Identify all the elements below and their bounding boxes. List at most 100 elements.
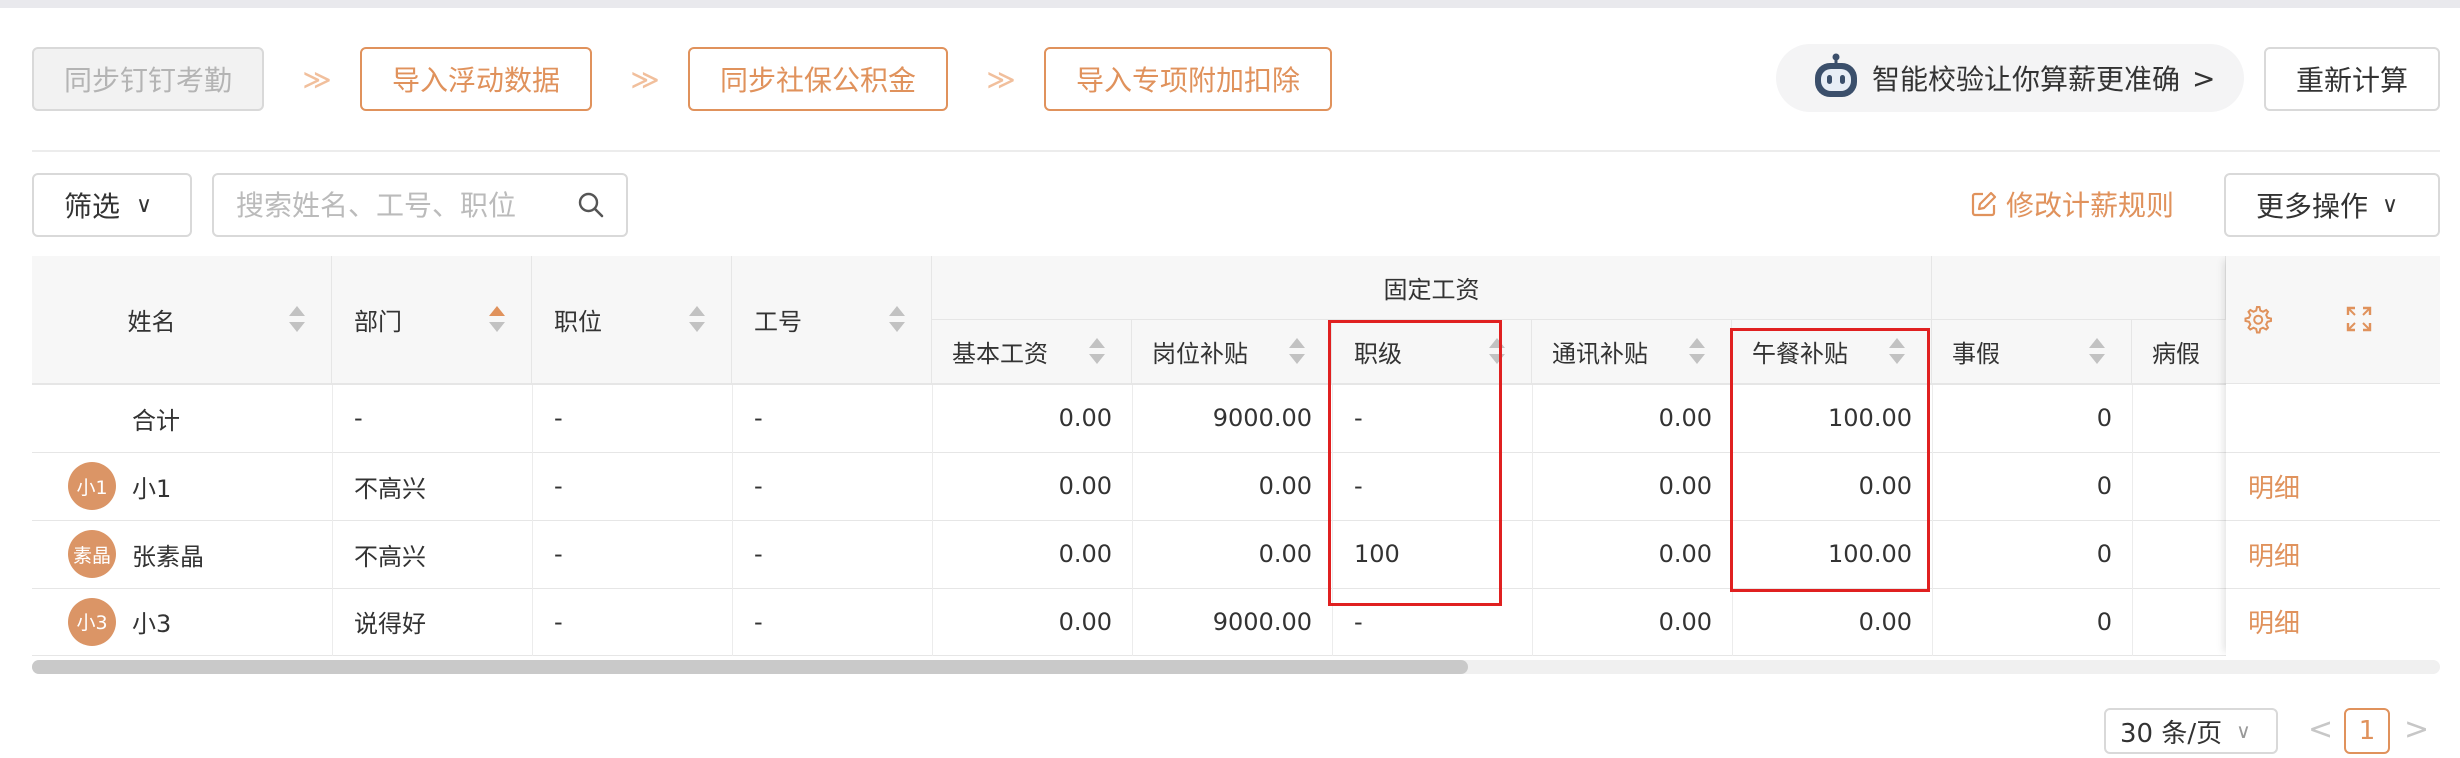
header-post-allowance-label: 岗位补贴 [1152, 340, 1248, 368]
search-box [212, 173, 628, 237]
summary-label: 合计 [132, 406, 180, 435]
edit-icon [1971, 191, 1997, 217]
header-name[interactable]: 姓名 [32, 256, 332, 384]
post-allowance-cell: 0.00 [1258, 472, 1312, 500]
fullscreen-expand-icon[interactable] [2344, 304, 2374, 338]
steps-bar: 同步钉钉考勤 ≫ 导入浮动数据 ≫ 同步社保公积金 ≫ 导入专项附加扣除 [32, 47, 1333, 111]
next-page-button[interactable]: > [2404, 712, 2429, 747]
smart-check-text: 智能校验让你算薪更准确 [1872, 63, 2181, 96]
smart-check-banner[interactable]: 智能校验让你算薪更准确 > [1776, 44, 2244, 112]
lunch-allowance-cell: 0.00 [1858, 607, 1912, 636]
highlight-box-grade [1328, 320, 1502, 606]
page-size-value: 30 条/页 [2120, 718, 2223, 749]
chevron-down-icon: ∨ [136, 192, 153, 218]
position-cell: - [554, 607, 563, 636]
group-header-label: 固定工资 [1383, 276, 1480, 304]
base-pay-cell: 0.00 [1058, 472, 1112, 500]
emp-no-cell: - [754, 607, 763, 636]
avatar: 小1 [68, 462, 116, 510]
summary-emp-no: - [754, 404, 763, 432]
sync-dingtalk-attendance-button[interactable]: 同步钉钉考勤 [32, 47, 265, 111]
group-header-leave [1932, 256, 2226, 320]
more-actions-button[interactable]: 更多操作 ∨ [2224, 173, 2440, 237]
comm-allowance-cell: 0.00 [1658, 472, 1712, 500]
more-actions-label: 更多操作 [2256, 190, 2369, 223]
position-cell: - [554, 472, 563, 500]
summary-position: - [554, 404, 563, 432]
salary-table: 姓名 部门 职位 工号 固定工资 基本工资 岗位补贴 职级 通讯补贴 午餐补贴 … [32, 256, 2440, 656]
dept-cell: 说得好 [354, 610, 426, 638]
search-icon[interactable] [576, 190, 606, 220]
detail-link[interactable]: 明细 [2248, 588, 2300, 655]
detail-link[interactable]: 明细 [2248, 520, 2300, 588]
header-comm-allowance-label: 通讯补贴 [1552, 340, 1648, 368]
base-pay-cell: 0.00 [1058, 540, 1112, 568]
summary-post-allowance: 9000.00 [1212, 404, 1312, 432]
sort-icon[interactable] [489, 306, 505, 334]
filter-label: 筛选 [64, 190, 121, 223]
base-pay-cell: 0.00 [1058, 607, 1112, 636]
top-bar [0, 0, 2460, 8]
col-divider [532, 384, 533, 656]
import-floating-data-button[interactable]: 导入浮动数据 [360, 47, 593, 111]
chevron-down-icon: ∨ [2236, 719, 2251, 743]
prev-page-button[interactable]: < [2308, 712, 2333, 747]
step-arrow-icon: ≫ [986, 62, 1015, 96]
sort-icon[interactable] [1089, 338, 1105, 366]
chevron-down-icon: ∨ [2382, 192, 2399, 218]
dept-cell: 不高兴 [354, 474, 426, 503]
emp-no-cell: - [754, 540, 763, 568]
settings-gear-icon[interactable] [2242, 304, 2272, 338]
highlight-box-lunch [1730, 328, 1930, 592]
recalculate-button[interactable]: 重新计算 [2264, 47, 2440, 111]
post-allowance-cell: 0.00 [1258, 540, 1312, 568]
current-page-button[interactable]: 1 [2344, 708, 2390, 754]
col-divider [2132, 384, 2133, 656]
divider [32, 150, 2440, 152]
robot-icon [1810, 52, 1862, 104]
summary-personal-leave: 0 [2096, 404, 2112, 432]
sync-social-security-button[interactable]: 同步社保公积金 [688, 47, 949, 111]
horizontal-scrollbar-thumb[interactable] [32, 660, 1468, 674]
employee-name: 小3 [132, 610, 172, 638]
header-emp-no-label: 工号 [754, 308, 802, 336]
col-divider [332, 384, 333, 656]
edit-salary-rule-label: 修改计薪规则 [2006, 189, 2175, 222]
col-divider [732, 384, 733, 656]
sort-icon[interactable] [889, 306, 905, 334]
comm-allowance-cell: 0.00 [1658, 540, 1712, 568]
employee-cell[interactable]: 素晶 张素晶 [68, 520, 204, 588]
summary-base-pay: 0.00 [1058, 404, 1112, 432]
chevron-right-icon: > [2192, 61, 2216, 95]
page-size-select[interactable]: 30 条/页 ∨ [2104, 708, 2278, 754]
group-header-fixed-pay: 固定工资 [932, 256, 1932, 320]
emp-no-cell: - [754, 472, 763, 500]
employee-name: 张素晶 [132, 542, 204, 571]
step-arrow-icon: ≫ [302, 62, 331, 96]
summary-comm-allowance: 0.00 [1658, 404, 1712, 432]
personal-leave-cell: 0 [2096, 607, 2112, 636]
step-arrow-icon: ≫ [630, 62, 659, 96]
header-position-label: 职位 [554, 308, 602, 336]
sort-icon[interactable] [1689, 338, 1705, 366]
employee-cell[interactable]: 小3 小3 [68, 588, 171, 655]
header-base-pay-label: 基本工资 [952, 340, 1048, 368]
detail-link[interactable]: 明细 [2248, 452, 2300, 520]
header-personal-leave-label: 事假 [1952, 340, 2000, 368]
edit-salary-rule-link[interactable]: 修改计薪规则 [1970, 184, 2174, 224]
fixed-action-column: 明细 明细 明细 [2226, 256, 2440, 656]
personal-leave-cell: 0 [2096, 472, 2112, 500]
avatar: 小3 [68, 597, 116, 646]
employee-cell[interactable]: 小1 小1 [68, 452, 171, 520]
search-input[interactable] [236, 188, 566, 222]
sort-icon[interactable] [2089, 338, 2105, 366]
personal-leave-cell: 0 [2096, 540, 2112, 568]
sort-icon[interactable] [289, 306, 305, 334]
dept-cell: 不高兴 [354, 542, 426, 571]
filter-button[interactable]: 筛选 ∨ [32, 173, 192, 237]
sort-icon[interactable] [689, 306, 705, 334]
summary-dept: - [354, 404, 363, 432]
import-special-deduction-button[interactable]: 导入专项附加扣除 [1044, 47, 1333, 111]
sort-icon[interactable] [1289, 338, 1305, 366]
header-sick-leave-label: 病假 [2152, 340, 2200, 368]
